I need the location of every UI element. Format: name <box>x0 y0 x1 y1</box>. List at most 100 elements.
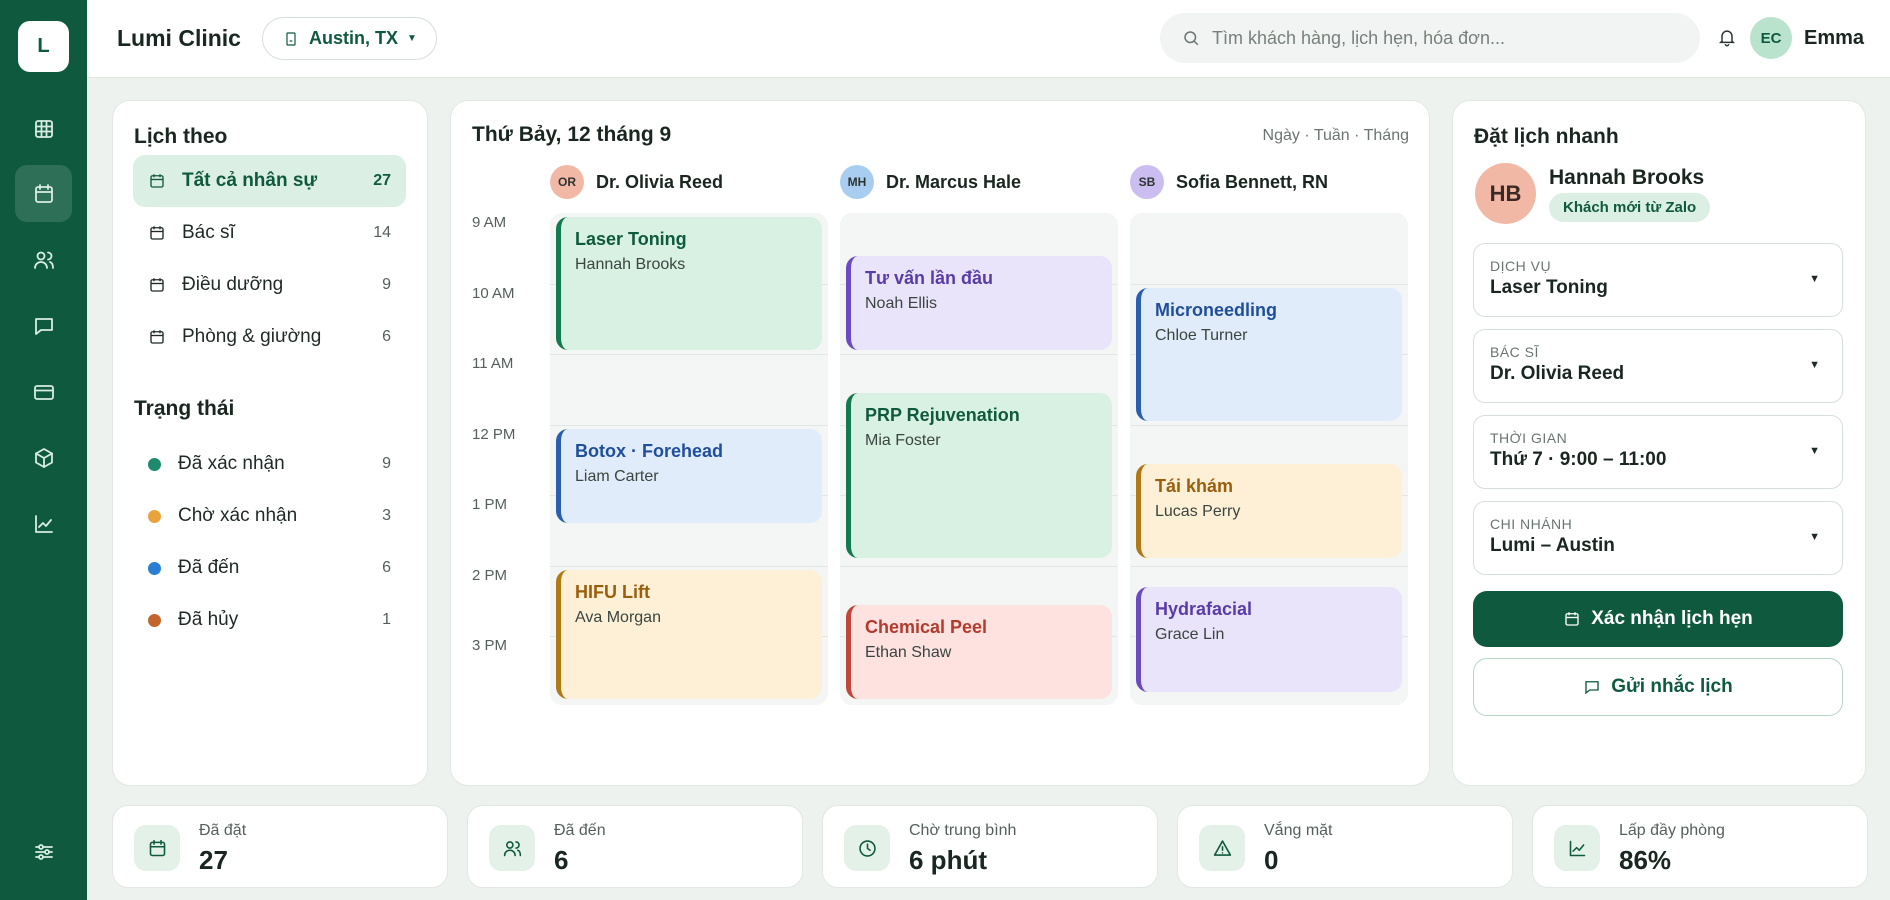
card-icon <box>33 384 54 400</box>
filter-item[interactable]: Tất cả nhân sự 27 <box>133 155 406 207</box>
rail-messages-button[interactable] <box>15 297 72 354</box>
stat-label: Đã đến <box>554 822 606 839</box>
status-count: 3 <box>382 507 391 524</box>
status-label: Đã xác nhận <box>178 453 285 474</box>
hour-gridline <box>550 424 828 426</box>
notifications-button[interactable] <box>1717 27 1737 49</box>
status-item[interactable]: Đã xác nhận 9 <box>133 442 406 486</box>
appointment-service: Tư vấn lần đầu <box>865 267 994 288</box>
left-rail: L <box>0 0 87 900</box>
status-dot <box>148 613 161 627</box>
hour-gridline <box>1130 424 1408 426</box>
filter-count: 6 <box>382 328 391 345</box>
view-switcher[interactable]: Ngày · Tuần · Tháng <box>1263 127 1409 145</box>
app-logo[interactable]: L <box>18 21 69 72</box>
stat-value: 6 <box>554 845 569 875</box>
box-icon <box>34 447 53 468</box>
appointment-client: Ethan Shaw <box>865 643 952 661</box>
staff-avatar: MH <box>840 165 874 199</box>
stat-value: 6 phút <box>909 845 987 875</box>
user-name[interactable]: Emma <box>1804 27 1864 50</box>
user-avatar[interactable]: EC <box>1750 17 1792 59</box>
status-item[interactable]: Đã đến 6 <box>133 546 406 590</box>
stat-value: 0 <box>1264 845 1279 875</box>
field-value: Dr. Olivia Reed <box>1490 363 1625 384</box>
staff-schedule-column[interactable]: Microneedling Chloe Turner Tái khám Lucas P… <box>1130 213 1408 705</box>
filter-item[interactable]: Phòng & giường 6 <box>133 311 406 363</box>
stat-card: Đã đặt 27 <box>112 805 448 888</box>
status-label: Chờ xác nhận <box>178 505 298 526</box>
appointment-service: HIFU Lift <box>575 581 650 602</box>
chart-icon <box>1569 840 1585 856</box>
appointment-card[interactable]: PRP Rejuvenation Mia Foster <box>846 393 1112 559</box>
hour-gridline <box>840 354 1118 355</box>
appointment-card[interactable]: Laser Toning Hannah Brooks <box>556 217 822 351</box>
staff-schedule-column[interactable]: Laser Toning Hannah Brooks Botox · Forehea… <box>550 213 828 705</box>
status-item[interactable]: Đã hủy 1 <box>133 598 406 642</box>
calendar-icon <box>150 278 164 292</box>
rail-calendar-button[interactable] <box>15 165 72 222</box>
doctor-select[interactable]: BÁC SĨ Dr. Olivia Reed ▼ <box>1473 329 1843 403</box>
confirm-appointment-button[interactable]: Xác nhận lịch hẹn <box>1473 591 1843 647</box>
filter-count: 27 <box>373 172 391 189</box>
appointment-service: Microneedling <box>1155 299 1278 320</box>
stat-value: 86% <box>1619 845 1672 875</box>
staff-column-header[interactable]: OR Dr. Olivia Reed <box>550 164 723 200</box>
status-item[interactable]: Chờ xác nhận 3 <box>133 494 406 538</box>
stat-label: Lấp đầy phòng <box>1619 822 1725 839</box>
appointment-card[interactable]: Chemical Peel Ethan Shaw <box>846 604 1112 700</box>
clock-icon <box>858 839 876 857</box>
filter-item[interactable]: Bác sĩ 14 <box>133 207 406 259</box>
search-bar[interactable] <box>1160 13 1700 63</box>
search-input[interactable] <box>1212 27 1682 49</box>
rail-inventory-button[interactable] <box>15 429 72 486</box>
bell-icon <box>1718 30 1736 47</box>
stat-icon-wrap <box>844 825 890 871</box>
appointment-card[interactable]: HIFU Lift Ava Morgan <box>556 569 822 700</box>
rail-reports-button[interactable] <box>15 495 72 552</box>
caret-down-icon: ▼ <box>407 33 417 44</box>
service-select[interactable]: DỊCH VỤ Laser Toning ▼ <box>1473 243 1843 317</box>
status-count: 9 <box>382 455 391 472</box>
time-label: 1 PM <box>472 496 508 513</box>
calendar-panel: Thứ Bảy, 12 tháng 9 Ngày · Tuần · Tháng … <box>450 100 1430 786</box>
status-label: Đã hủy <box>178 609 239 630</box>
branch-select[interactable]: CHI NHÁNH Lumi – Austin ▼ <box>1473 501 1843 575</box>
stat-label: Vắng mặt <box>1264 822 1333 839</box>
status-count: 6 <box>382 559 391 576</box>
confirm-appointment-label: Xác nhận lịch hẹn <box>1591 608 1753 629</box>
time-label: 12 PM <box>472 425 516 443</box>
appointment-card[interactable]: Microneedling Chloe Turner <box>1136 287 1402 421</box>
status-count: 1 <box>382 611 391 628</box>
rail-billing-button[interactable] <box>15 363 72 420</box>
staff-column-header[interactable]: SB Sofia Bennett, RN <box>1130 164 1328 200</box>
schedule-filter-panel: Lịch theo Tất cả nhân sự 27 Bác sĩ 14 Điều d… <box>112 100 428 786</box>
calendar-date: Thứ Bảy, 12 tháng 9 <box>472 123 672 146</box>
rail-settings-button[interactable] <box>15 823 72 880</box>
patient-avatar: HB <box>1475 163 1536 224</box>
staff-name: Dr. Olivia Reed <box>596 171 724 192</box>
hour-gridline <box>550 565 828 567</box>
appointment-client: Lucas Perry <box>1155 502 1241 520</box>
hour-gridline <box>840 565 1118 567</box>
rail-grid-button[interactable] <box>15 100 72 157</box>
branch-label: Austin, TX <box>309 28 398 48</box>
rail-users-button[interactable] <box>15 231 72 288</box>
status-dot <box>148 561 161 575</box>
appointment-card[interactable]: Botox · Forehead Liam Carter <box>556 428 822 524</box>
calendar-icon <box>150 330 164 344</box>
appointment-client: Liam Carter <box>575 467 659 485</box>
branch-selector[interactable]: Austin, TX ▼ <box>262 17 437 60</box>
appointment-card[interactable]: Tư vấn lần đầu Noah Ellis <box>846 255 1112 351</box>
field-value: Laser Toning <box>1490 277 1608 298</box>
staff-column-header[interactable]: MH Dr. Marcus Hale <box>840 164 1021 200</box>
field-label: THỜI GIAN <box>1490 430 1568 446</box>
status-dot <box>148 509 161 523</box>
send-reminder-button[interactable]: Gửi nhắc lịch <box>1473 658 1843 716</box>
appointment-client: Noah Ellis <box>865 294 938 312</box>
appointment-card[interactable]: Hydrafacial Grace Lin <box>1136 587 1402 693</box>
filter-item[interactable]: Điều dưỡng 9 <box>133 259 406 311</box>
time-select[interactable]: THỜI GIAN Thứ 7 · 9:00 – 11:00 ▼ <box>1473 415 1843 489</box>
appointment-card[interactable]: Tái khám Lucas Perry <box>1136 463 1402 559</box>
staff-schedule-column[interactable]: Tư vấn lần đầu Noah Ellis PRP Rejuvenation… <box>840 213 1118 705</box>
